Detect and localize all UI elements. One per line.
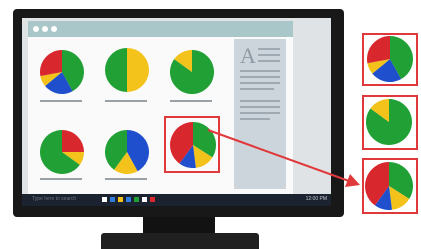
arrow-to-extracted [207, 129, 360, 187]
